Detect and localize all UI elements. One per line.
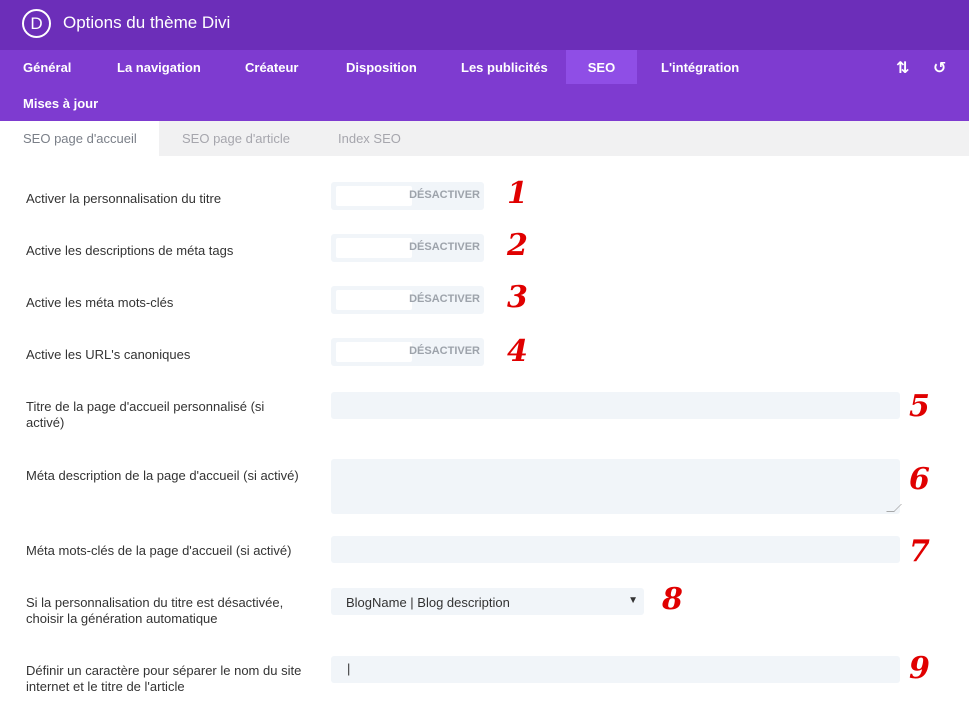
annotation-marker: 9 bbox=[909, 651, 930, 686]
option-label-canonical-urls: Active les URL's canoniques bbox=[26, 347, 191, 362]
tab-publicites[interactable]: Les publicités bbox=[438, 50, 571, 84]
toggle-knob bbox=[336, 342, 412, 362]
subtab-seo-accueil[interactable]: SEO page d'accueil bbox=[0, 121, 159, 156]
option-label-custom-home-title: Titre de la page d'accueil personnalisé … bbox=[26, 399, 265, 430]
tab-disposition[interactable]: Disposition bbox=[323, 50, 440, 84]
title-bar: D Options du thème Divi bbox=[0, 0, 969, 50]
subtab-index-seo[interactable]: Index SEO bbox=[338, 121, 401, 156]
option-label-home-meta-keywords: Méta mots-clés de la page d'accueil (si … bbox=[26, 543, 292, 558]
resize-handle-icon[interactable] bbox=[886, 504, 902, 512]
tab-integration[interactable]: L'intégration bbox=[637, 50, 763, 84]
subtab-seo-article[interactable]: SEO page d'article bbox=[182, 121, 290, 156]
tab-mises-a-jour[interactable]: Mises à jour bbox=[0, 86, 121, 120]
option-label-meta-keywords: Active les méta mots-clés bbox=[26, 295, 174, 310]
sort-arrows-icon[interactable]: ⇅ bbox=[896, 58, 909, 78]
option-label-separator: Définir un caractère pour séparer le nom… bbox=[26, 663, 302, 694]
tab-navigation[interactable]: La navigation bbox=[94, 50, 224, 84]
annotation-marker: 1 bbox=[507, 176, 528, 211]
main-nav: Général La navigation Créateur Dispositi… bbox=[0, 50, 969, 121]
select-value: BlogName | Blog description bbox=[346, 595, 510, 610]
divi-logo: D bbox=[22, 9, 51, 38]
toggle-knob bbox=[336, 238, 412, 258]
toggle-title-customization[interactable]: DÉSACTIVER bbox=[331, 182, 484, 210]
annotation-marker: 4 bbox=[507, 334, 528, 369]
field-value: | bbox=[347, 661, 351, 676]
toggle-canonical-urls[interactable]: DÉSACTIVER bbox=[331, 338, 484, 366]
tab-general[interactable]: Général bbox=[0, 50, 94, 84]
page-title: Options du thème Divi bbox=[63, 13, 231, 32]
custom-home-title-input[interactable] bbox=[331, 392, 900, 419]
chevron-down-icon: ▼ bbox=[628, 595, 638, 606]
tab-seo[interactable]: SEO bbox=[566, 50, 637, 84]
reset-icon[interactable]: ↺ bbox=[933, 58, 946, 78]
annotation-marker: 7 bbox=[909, 534, 930, 569]
sub-tabs: SEO page d'accueil SEO page d'article In… bbox=[0, 121, 969, 156]
annotation-marker: 3 bbox=[507, 280, 528, 315]
toggle-knob bbox=[336, 186, 412, 206]
option-label-title-customization: Activer la personnalisation du titre bbox=[26, 191, 222, 206]
option-label-meta-descriptions: Active les descriptions de méta tags bbox=[26, 243, 234, 258]
toggle-state: DÉSACTIVER bbox=[409, 345, 480, 357]
toggle-state: DÉSACTIVER bbox=[409, 241, 480, 253]
option-label-home-meta-description: Méta description de la page d'accueil (s… bbox=[26, 468, 299, 483]
home-meta-description-textarea[interactable] bbox=[331, 459, 902, 514]
annotation-marker: 6 bbox=[909, 462, 930, 497]
annotation-marker: 2 bbox=[507, 228, 528, 263]
toggle-meta-descriptions[interactable]: DÉSACTIVER bbox=[331, 234, 484, 262]
home-meta-keywords-input[interactable] bbox=[331, 536, 900, 563]
annotation-marker: 8 bbox=[662, 582, 683, 617]
annotation-marker: 5 bbox=[909, 389, 930, 424]
toggle-knob bbox=[336, 290, 412, 310]
toggle-meta-keywords[interactable]: DÉSACTIVER bbox=[331, 286, 484, 314]
toggle-state: DÉSACTIVER bbox=[409, 293, 480, 305]
tab-createur[interactable]: Créateur bbox=[222, 50, 321, 84]
option-label-auto-title: Si la personnalisation du titre est désa… bbox=[26, 595, 284, 626]
auto-title-select[interactable]: BlogName | Blog description ▼ bbox=[331, 588, 644, 615]
separator-input[interactable]: | bbox=[331, 656, 900, 683]
toggle-state: DÉSACTIVER bbox=[409, 189, 480, 201]
